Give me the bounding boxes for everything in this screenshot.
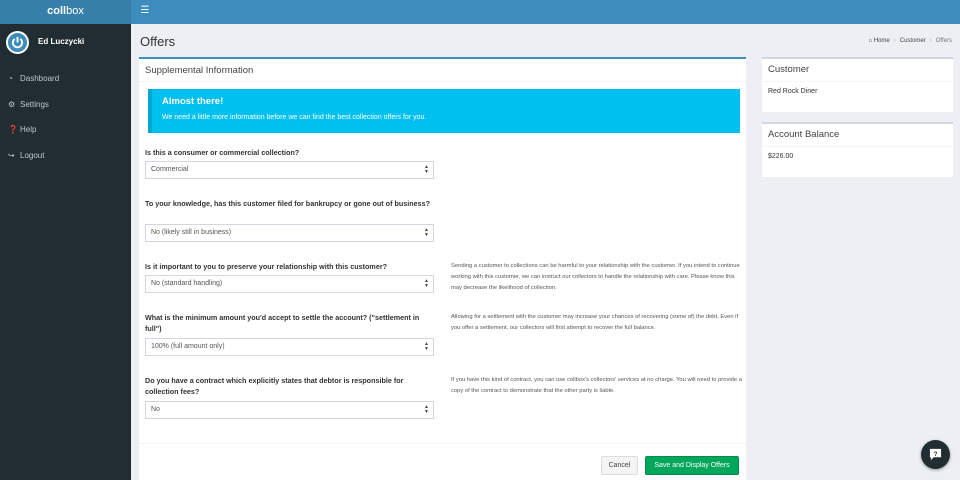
avatar xyxy=(6,31,29,54)
question-contract: Do you have a contract which explicitly … xyxy=(145,375,435,397)
sidebar-item-help[interactable]: ❓ Help xyxy=(0,117,131,143)
breadcrumb-separator: › xyxy=(929,38,932,44)
sidebar-item-logout[interactable]: ↪ Logout xyxy=(0,143,131,169)
breadcrumb: ⌂ Home › Customer › Offers xyxy=(868,38,952,44)
breadcrumb-home[interactable]: ⌂ Home xyxy=(868,38,889,44)
contract-help-text: If you have this kind of contract, you c… xyxy=(451,377,742,395)
callout-text: We need a little more information before… xyxy=(162,114,427,121)
breadcrumb-home-label: Home xyxy=(873,38,890,44)
bankruptcy-select[interactable]: No (likely still in business) ▲ ▼ xyxy=(145,224,434,242)
select-arrows-icon: ▲ ▼ xyxy=(424,164,429,175)
settlement-select[interactable]: 100% (full amount only) ▲ ▼ xyxy=(145,338,434,356)
brand-logo-light: box xyxy=(66,5,84,17)
box-title: Supplemental Information xyxy=(139,59,746,82)
sign-out-icon: ↪ xyxy=(8,150,15,160)
select-arrows-icon: ▲ ▼ xyxy=(424,278,429,289)
top-navbar: ☰ xyxy=(131,0,960,24)
chat-button[interactable]: ? xyxy=(921,440,950,469)
svg-text:?: ? xyxy=(934,451,938,458)
gear-icon: ⚙ xyxy=(8,99,16,109)
customer-box: Customer Red Rock Diner xyxy=(762,57,953,112)
brand-logo[interactable]: collbox xyxy=(0,0,131,24)
user-panel: Ed Luczycki xyxy=(0,24,131,64)
chat-bubble-icon: ? xyxy=(929,448,942,461)
sidebar: Ed Luczycki ◔ Dashboard ⚙ Settings ❓ Help ↪… xyxy=(0,24,131,480)
question-relationship: Is it important to you to preserve your … xyxy=(145,261,435,272)
select-value: No (likely still in business) xyxy=(151,229,232,236)
customer-box-title: Customer xyxy=(762,59,953,82)
customer-name: Red Rock Diner xyxy=(768,88,818,95)
account-balance-amount: $226.00 xyxy=(768,153,794,160)
question-label: What is the minimum amount you'd accept … xyxy=(145,313,420,333)
question-settlement: What is the minimum amount you'd accept … xyxy=(145,312,435,334)
question-collection-type: Is this a consumer or commercial collect… xyxy=(145,147,435,158)
supplemental-info-box: Supplemental Information Almost there! W… xyxy=(139,57,746,480)
sidebar-item-settings[interactable]: ⚙ Settings xyxy=(0,92,131,118)
question-label: Is this a consumer or commercial collect… xyxy=(145,148,300,157)
select-value: 100% (full amount only) xyxy=(151,343,225,350)
breadcrumb-customer[interactable]: Customer xyxy=(900,38,926,44)
settlement-help-text: Allowing for a settlement with the custo… xyxy=(451,314,739,332)
breadcrumb-current: Offers xyxy=(935,38,952,44)
sidebar-item-label: Dashboard xyxy=(20,74,60,84)
page-title: Offers xyxy=(140,34,176,49)
select-arrows-icon: ▲ ▼ xyxy=(424,341,429,352)
sidebar-item-label: Logout xyxy=(20,150,45,160)
account-balance-title: Account Balance xyxy=(762,124,953,147)
contract-select[interactable]: No ▲ ▼ xyxy=(145,401,434,419)
cancel-button[interactable]: Cancel xyxy=(601,456,638,475)
select-value: Commercial xyxy=(151,166,189,173)
select-arrows-icon: ▲ ▼ xyxy=(424,404,429,415)
info-callout: Almost there! We need a little more info… xyxy=(148,89,740,133)
user-name: Ed Luczycki xyxy=(38,37,85,46)
sidebar-item-label: Settings xyxy=(20,99,49,109)
sidebar-nav: ◔ Dashboard ⚙ Settings ❓ Help ↪ Logout xyxy=(0,66,131,168)
power-icon xyxy=(11,36,24,49)
select-value: No (standard handling) xyxy=(151,280,223,287)
breadcrumb-separator: › xyxy=(893,38,896,44)
home-icon: ⌂ xyxy=(868,38,873,44)
question-label: Is it important to you to preserve your … xyxy=(145,262,388,271)
question-label: To your knowledge, has this customer fil… xyxy=(145,199,431,208)
dashboard-icon: ◔ xyxy=(8,74,13,84)
collection-type-select[interactable]: Commercial ▲ ▼ xyxy=(145,161,434,179)
select-value: No xyxy=(151,406,160,413)
question-circle-icon: ❓ xyxy=(8,125,18,135)
sidebar-item-dashboard[interactable]: ◔ Dashboard xyxy=(0,66,131,92)
question-label: Do you have a contract which explicitly … xyxy=(145,376,404,396)
select-arrows-icon: ▲ ▼ xyxy=(424,227,429,238)
callout-title: Almost there! xyxy=(162,96,224,107)
form-footer: Cancel Save and Display Offers xyxy=(139,443,746,480)
sidebar-item-label: Help xyxy=(20,125,37,135)
save-and-display-offers-button[interactable]: Save and Display Offers xyxy=(645,456,739,475)
relationship-help-text: Sending a customer to collections can be… xyxy=(451,263,740,292)
hamburger-menu-icon[interactable]: ☰ xyxy=(139,4,151,18)
question-bankruptcy: To your knowledge, has this customer fil… xyxy=(145,198,435,209)
relationship-select[interactable]: No (standard handling) ▲ ▼ xyxy=(145,275,434,293)
account-balance-box: Account Balance $226.00 xyxy=(762,122,953,177)
brand-logo-bold: coll xyxy=(47,5,67,17)
